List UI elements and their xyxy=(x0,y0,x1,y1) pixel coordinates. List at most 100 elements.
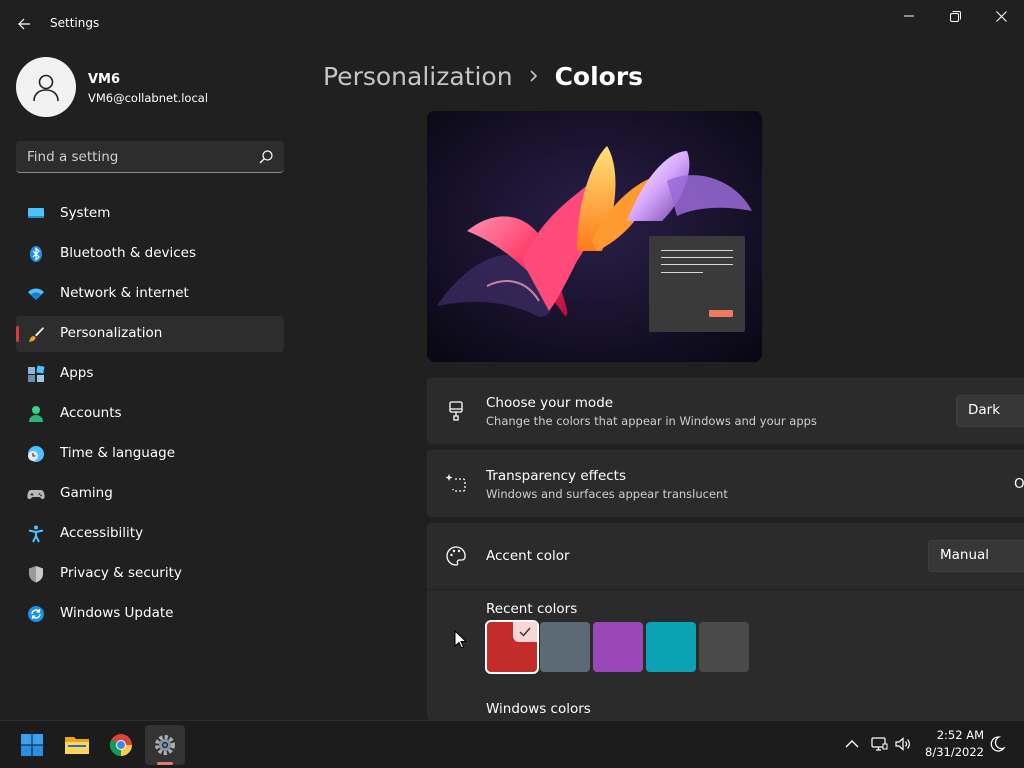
accent-title: Accent color xyxy=(486,548,570,564)
paint-brush-icon xyxy=(449,401,463,421)
preview-line xyxy=(661,257,733,258)
sidebar-item-label: Bluetooth & devices xyxy=(60,245,197,261)
title-bar: Settings xyxy=(0,0,1024,48)
transparency-title: Transparency effects xyxy=(486,468,626,484)
brush-icon xyxy=(28,327,44,342)
apps-icon xyxy=(28,365,45,382)
chevron-right-icon xyxy=(529,69,539,83)
recent-color-swatch[interactable] xyxy=(646,622,696,672)
settings-gear-icon xyxy=(155,735,175,755)
checkmark-icon xyxy=(519,627,531,637)
settings-window: Settings VM6 VM6@collabnet.local Find a … xyxy=(0,0,1024,720)
taskbar-date[interactable]: 8/31/2022 xyxy=(920,745,984,759)
bluetooth-icon xyxy=(30,246,42,262)
sidebar-item-label: Time & language xyxy=(60,445,176,461)
chrome-button[interactable] xyxy=(101,725,141,765)
back-arrow-icon xyxy=(18,18,30,30)
transparency-toggle-label[interactable]: O xyxy=(1014,476,1024,492)
mode-card: Choose your mode Change the colors that … xyxy=(427,378,1024,444)
sidebar-item-label: Apps xyxy=(60,365,94,381)
sidebar-item-accessibility[interactable]: Accessibility xyxy=(16,516,284,552)
close-icon xyxy=(995,10,1007,22)
preview-accent-button xyxy=(709,310,733,317)
sidebar-item-label: Personalization xyxy=(60,325,163,341)
clock-globe-icon xyxy=(28,446,44,462)
accessibility-icon xyxy=(28,525,44,543)
selected-check-badge xyxy=(513,622,537,642)
search-icon[interactable] xyxy=(258,149,274,165)
search-box xyxy=(16,141,284,173)
windows-start-icon xyxy=(21,734,43,756)
app-title: Settings xyxy=(50,16,100,30)
recent-color-swatch[interactable] xyxy=(540,622,590,672)
minimize-icon xyxy=(904,15,914,17)
wifi-icon xyxy=(28,288,44,300)
sidebar-item-system[interactable]: System xyxy=(16,196,284,232)
recent-colors-title: Recent colors xyxy=(486,601,578,617)
start-button[interactable] xyxy=(12,725,52,765)
accent-card: Accent color Manual xyxy=(427,523,1024,589)
restore-icon xyxy=(949,10,961,22)
avatar[interactable] xyxy=(16,57,76,117)
system-icon xyxy=(28,208,44,218)
user-email: VM6@collabnet.local xyxy=(88,91,209,105)
sidebar-item-privacy[interactable]: Privacy & security xyxy=(16,556,284,592)
focus-moon-icon[interactable] xyxy=(988,735,1006,753)
chevron-up-icon[interactable] xyxy=(843,735,861,753)
mode-subtitle: Change the colors that appear in Windows… xyxy=(486,414,817,428)
close-button[interactable] xyxy=(978,4,1024,28)
sidebar-item-network[interactable]: Network & internet xyxy=(16,276,284,312)
sidebar-item-bluetooth[interactable]: Bluetooth & devices xyxy=(16,236,284,272)
transparency-subtitle: Windows and surfaces appear translucent xyxy=(486,487,728,501)
sidebar-item-windows-update[interactable]: Windows Update xyxy=(16,596,284,632)
sidebar-item-gaming[interactable]: Gaming xyxy=(16,476,284,512)
user-name: VM6 xyxy=(88,72,121,87)
sidebar-item-label: Accounts xyxy=(60,405,122,421)
person-icon xyxy=(33,74,59,102)
recent-color-swatch[interactable] xyxy=(485,620,539,674)
mouse-cursor-icon xyxy=(454,630,468,649)
palette-icon xyxy=(446,546,466,566)
person-icon xyxy=(29,406,43,422)
recent-color-swatch[interactable] xyxy=(699,622,749,672)
preview-line xyxy=(661,250,733,251)
mode-title: Choose your mode xyxy=(486,395,614,411)
minimize-button[interactable] xyxy=(886,4,932,28)
preview-line xyxy=(661,264,733,265)
settings-app-button[interactable] xyxy=(145,725,185,765)
network-icon[interactable] xyxy=(870,735,888,753)
update-icon xyxy=(28,606,44,622)
breadcrumb: Personalization Colors xyxy=(323,58,643,94)
accent-dropdown[interactable]: Manual xyxy=(928,540,1024,572)
preview-line xyxy=(661,272,703,273)
volume-icon[interactable] xyxy=(894,735,912,753)
file-explorer-icon xyxy=(65,737,89,754)
chrome-icon xyxy=(110,734,132,756)
sidebar-item-personalization[interactable]: Personalization xyxy=(16,316,284,352)
sidebar-item-label: Accessibility xyxy=(60,525,144,541)
sidebar-item-label: Windows Update xyxy=(60,605,174,621)
selection-indicator xyxy=(16,326,19,342)
recent-color-swatch[interactable] xyxy=(593,622,643,672)
sidebar-item-label: Gaming xyxy=(60,485,113,501)
sidebar-item-apps[interactable]: Apps xyxy=(16,356,284,392)
active-app-indicator xyxy=(157,762,173,765)
preview-window-mockup xyxy=(649,236,745,332)
sidebar-item-label: Network & internet xyxy=(60,285,189,301)
mode-dropdown[interactable]: Dark xyxy=(956,395,1024,427)
windows-colors-title: Windows colors xyxy=(486,701,591,717)
breadcrumb-parent[interactable]: Personalization xyxy=(323,62,513,91)
transparency-sparkle-icon xyxy=(445,474,466,492)
transparency-card: Transparency effects Windows and surface… xyxy=(427,450,1024,517)
taskbar-time[interactable]: 2:52 AM xyxy=(924,728,984,742)
gamepad-icon xyxy=(27,490,45,499)
taskbar xyxy=(0,720,1024,768)
page-title: Colors xyxy=(554,61,644,91)
search-input[interactable] xyxy=(16,141,246,172)
file-explorer-button[interactable] xyxy=(57,725,97,765)
back-button[interactable] xyxy=(12,12,36,36)
shield-icon xyxy=(29,566,43,583)
sidebar-item-time-language[interactable]: Time & language xyxy=(16,436,284,472)
sidebar-item-accounts[interactable]: Accounts xyxy=(16,396,284,432)
restore-button[interactable] xyxy=(932,4,978,28)
